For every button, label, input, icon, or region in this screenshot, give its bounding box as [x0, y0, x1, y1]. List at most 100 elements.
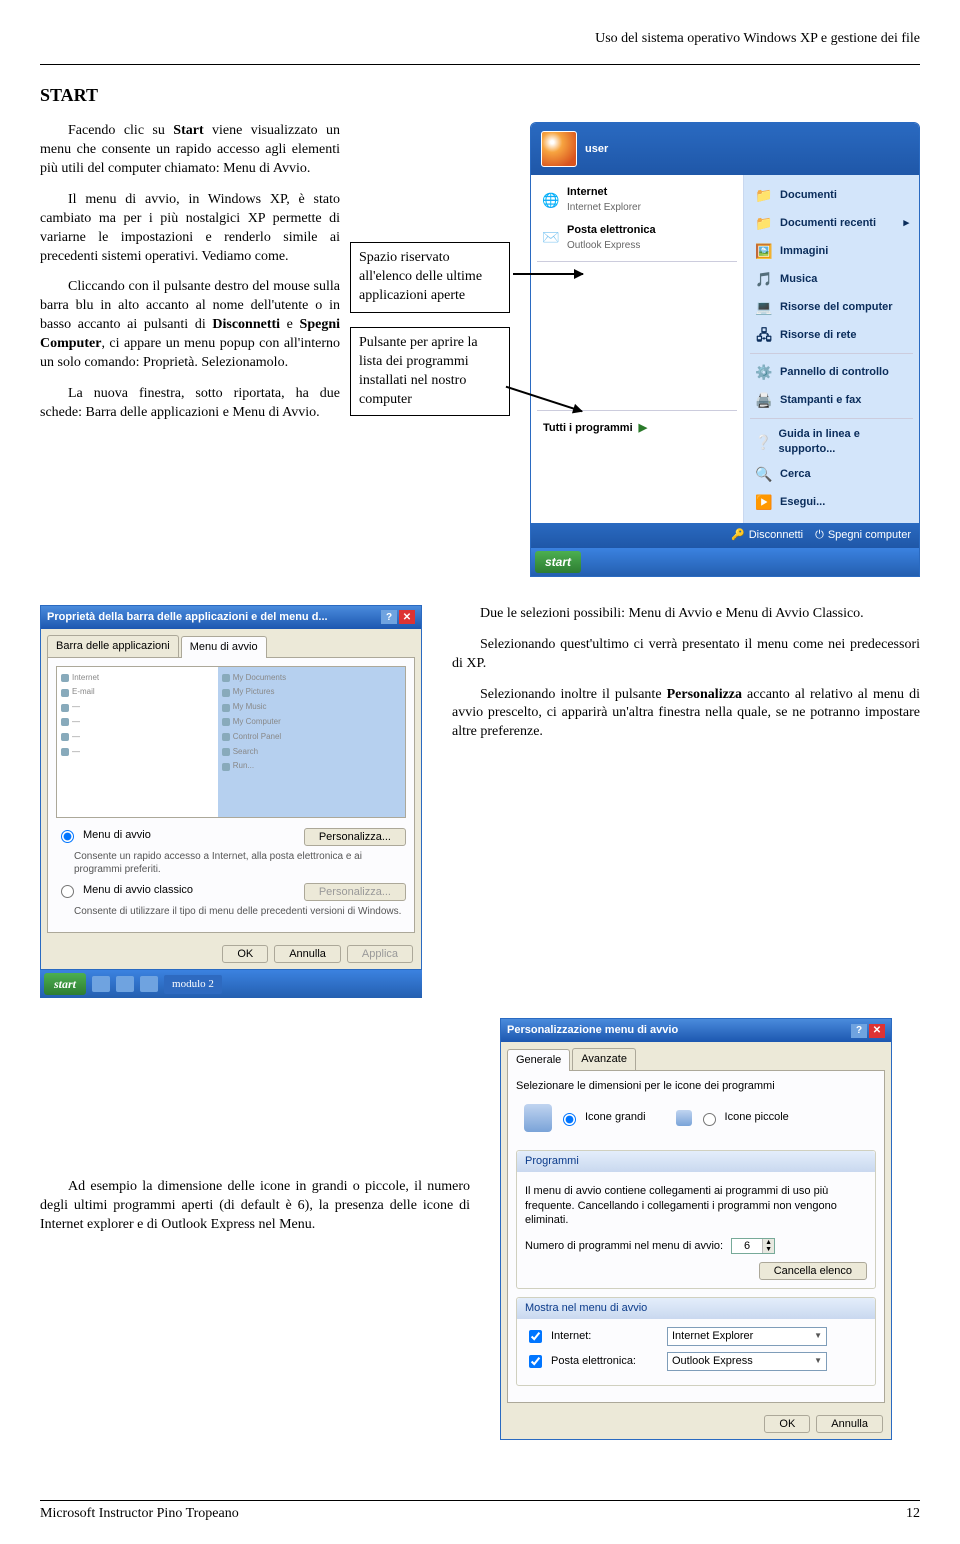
menu-item-search[interactable]: 🔍Cerca	[748, 461, 915, 489]
radio-desc: Consente un rapido accesso a Internet, a…	[74, 850, 406, 877]
chevron-right-icon: ▸	[903, 216, 909, 231]
dialog-title: Proprietà della barra delle applicazioni…	[47, 610, 328, 625]
menu-item-network[interactable]: 🖧Risorse di rete	[748, 321, 915, 349]
radio-label: Menu di avvio	[83, 828, 151, 843]
num-programs-input[interactable]	[732, 1239, 762, 1253]
run-icon: ▶️	[754, 493, 774, 513]
taskbar-properties-dialog: Proprietà della barra delle applicazioni…	[40, 605, 422, 970]
search-icon: 🔍	[754, 465, 774, 485]
program-desc: Il menu di avvio contiene collegamenti a…	[525, 1184, 867, 1229]
close-button[interactable]: ✕	[869, 1024, 885, 1038]
num-programs-label: Numero di programmi nel menu di avvio:	[525, 1239, 723, 1254]
help-button[interactable]: ?	[381, 610, 397, 624]
radio-menu-avvio[interactable]	[61, 830, 74, 843]
shutdown-button[interactable]: ⏻Spegni computer	[815, 528, 911, 543]
bottom-text: Ad esempio la dimensione delle icone in …	[40, 1018, 470, 1235]
all-programs-button[interactable]: Tutti i programmi▶	[535, 415, 739, 442]
folder-icon: 📁	[754, 213, 774, 233]
intro-text-column: Facendo clic su Start viene visualizzato…	[40, 122, 340, 577]
radio-icone-piccole[interactable]	[703, 1113, 716, 1126]
large-icon-preview	[524, 1104, 552, 1132]
radio-icone-grandi[interactable]	[563, 1113, 576, 1126]
page-header: Uso del sistema operativo Windows XP e g…	[40, 30, 920, 49]
para-2: Il menu di avvio, in Windows XP, è stato…	[40, 191, 340, 267]
callout-all-programs: Pulsante per aprire la lista dei program…	[350, 327, 510, 417]
dialog-title: Personalizzazione menu di avvio	[507, 1023, 678, 1038]
tab-avanzate[interactable]: Avanzate	[572, 1048, 636, 1070]
menu-item-images[interactable]: 🖼️Immagini	[748, 237, 915, 265]
cancel-button[interactable]: Annulla	[274, 945, 341, 963]
computer-icon: 💻	[754, 297, 774, 317]
menu-item-recent-docs[interactable]: 📁Documenti recenti▸	[748, 209, 915, 237]
para-4: La nuova finestra, sotto riportata, ha d…	[40, 385, 340, 423]
tab-generale[interactable]: Generale	[507, 1049, 570, 1071]
mail-icon: ✉️	[541, 228, 561, 248]
apply-button: Applica	[347, 945, 413, 963]
taskbar-task[interactable]: modulo 2	[164, 975, 222, 994]
tab-taskbar[interactable]: Barra delle applicazioni	[47, 635, 179, 657]
para-3: Cliccando con il pulsante destro del mou…	[40, 278, 340, 372]
help-icon: ❔	[754, 432, 772, 452]
radio-menu-classico[interactable]	[61, 885, 74, 898]
mid-para-3: Selezionando inoltre il pulsante Persona…	[452, 686, 920, 743]
personalize-startmenu-dialog: Personalizzazione menu di avvio ? ✕ Gene…	[500, 1018, 892, 1440]
menu-item-music[interactable]: 🎵Musica	[748, 265, 915, 293]
chevron-down-icon: ▼	[814, 1331, 822, 1342]
power-icon: ⏻	[815, 528, 824, 543]
clear-list-button[interactable]: Cancella elenco	[759, 1262, 867, 1280]
icon-size-label: Selezionare le dimensioni per le icone d…	[516, 1079, 876, 1094]
images-icon: 🖼️	[754, 241, 774, 261]
quicklaunch-icon[interactable]	[92, 976, 110, 992]
mid-para-1: Due le selezioni possibili: Menu di Avvi…	[452, 605, 920, 624]
spinner-up-icon[interactable]: ▲	[762, 1239, 774, 1246]
mid-text-column: Due le selezioni possibili: Menu di Avvi…	[452, 605, 920, 998]
quicklaunch-icon[interactable]	[140, 976, 158, 992]
folder-icon: 📁	[754, 185, 774, 205]
username: user	[585, 142, 608, 157]
personalizza-button-disabled: Personalizza...	[304, 883, 406, 901]
combo-mail[interactable]: Outlook Express▼	[667, 1352, 827, 1371]
page-number: 12	[906, 1505, 920, 1524]
start-button[interactable]: start	[535, 551, 581, 573]
check-internet[interactable]	[529, 1330, 542, 1343]
menu-item-printers[interactable]: 🖨️Stampanti e fax	[748, 386, 915, 414]
section-title: START	[40, 83, 920, 107]
check-mail[interactable]	[529, 1355, 542, 1368]
radio-label: Icone grandi	[585, 1110, 646, 1125]
start-button[interactable]: start	[44, 973, 86, 995]
combo-internet[interactable]: Internet Explorer▼	[667, 1327, 827, 1346]
ok-button[interactable]: OK	[764, 1415, 810, 1433]
spinner-down-icon[interactable]: ▼	[762, 1246, 774, 1253]
close-button[interactable]: ✕	[399, 610, 415, 624]
menu-item-help[interactable]: ❔Guida in linea e supporto...	[748, 423, 915, 461]
personalizza-button[interactable]: Personalizza...	[304, 828, 406, 846]
menu-item-run[interactable]: ▶️Esegui...	[748, 489, 915, 517]
network-icon: 🖧	[754, 325, 774, 345]
radio-desc: Consente di utilizzare il tipo di menu d…	[74, 905, 406, 919]
startmenu-preview: Internet E-mail — — — — My Documents My …	[56, 666, 406, 818]
logoff-button[interactable]: 🔑Disconnetti	[731, 528, 803, 543]
group-mostra: Mostra nel menu di avvio	[517, 1298, 875, 1319]
radio-label: Menu di avvio classico	[83, 883, 193, 898]
ie-icon: 🌐	[541, 190, 561, 210]
ok-button[interactable]: OK	[222, 945, 268, 963]
menu-item-mail[interactable]: ✉️ Posta elettronicaOutlook Express	[535, 219, 739, 257]
para-1: Facendo clic su Start viene visualizzato…	[40, 122, 340, 179]
small-icon-preview	[676, 1110, 692, 1126]
footer-author: Microsoft Instructor Pino Tropeano	[40, 1505, 239, 1524]
callout-recent-apps: Spazio riservato all'elenco delle ultime…	[350, 242, 510, 313]
mid-para-2: Selezionando quest'ultimo ci verrà prese…	[452, 636, 920, 674]
menu-item-controlpanel[interactable]: ⚙️Pannello di controllo	[748, 358, 915, 386]
help-button[interactable]: ?	[851, 1024, 867, 1038]
taskbar-screenshot: start modulo 2	[40, 970, 422, 998]
avatar	[541, 131, 577, 167]
menu-item-internet[interactable]: 🌐 InternetInternet Explorer	[535, 181, 739, 219]
menu-item-mycomputer[interactable]: 💻Risorse del computer	[748, 293, 915, 321]
quicklaunch-icon[interactable]	[116, 976, 134, 992]
cancel-button[interactable]: Annulla	[816, 1415, 883, 1433]
check-label: Posta elettronica:	[551, 1354, 661, 1369]
tab-startmenu[interactable]: Menu di avvio	[181, 636, 267, 658]
menu-item-documents[interactable]: 📁Documenti	[748, 181, 915, 209]
num-programs-spinner[interactable]: ▲▼	[731, 1238, 775, 1254]
logoff-icon: 🔑	[731, 528, 745, 543]
